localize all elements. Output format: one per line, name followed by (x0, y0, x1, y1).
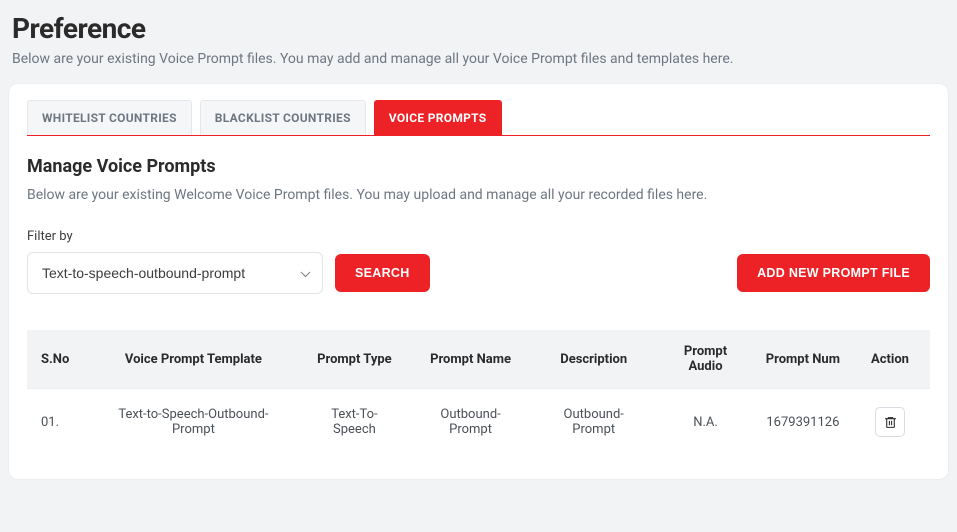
col-num: Prompt Num (756, 330, 850, 389)
add-prompt-file-button[interactable]: ADD NEW PROMPT FILE (737, 254, 930, 292)
filter-select[interactable]: Text-to-speech-outbound-prompt (27, 252, 323, 294)
trash-icon (884, 416, 897, 429)
cell-num: 1679391126 (756, 389, 850, 456)
section-title: Manage Voice Prompts (27, 156, 930, 177)
page-subtitle: Below are your existing Voice Prompt fil… (12, 51, 949, 67)
cell-audio: N.A. (655, 389, 755, 456)
tab-blacklist-countries[interactable]: BLACKLIST COUNTRIES (200, 100, 366, 135)
prompts-table: S.No Voice Prompt Template Prompt Type P… (27, 330, 930, 455)
tabs-bar: WHITELIST COUNTRIES BLACKLIST COUNTRIES … (27, 100, 930, 136)
page-title: Preference (12, 12, 949, 45)
filter-select-wrap: Text-to-speech-outbound-prompt (27, 252, 323, 294)
col-desc: Description (532, 330, 655, 389)
col-template: Voice Prompt Template (87, 330, 300, 389)
col-audio: Prompt Audio (655, 330, 755, 389)
filter-label: Filter by (27, 229, 930, 244)
cell-name: Outbound-Prompt (409, 389, 532, 456)
table-row: 01. Text-to-Speech-Outbound-Prompt Text-… (27, 389, 930, 456)
tab-whitelist-countries[interactable]: WHITELIST COUNTRIES (27, 100, 192, 135)
filter-row: Text-to-speech-outbound-prompt SEARCH AD… (27, 252, 930, 294)
preference-card: WHITELIST COUNTRIES BLACKLIST COUNTRIES … (8, 83, 949, 480)
col-name: Prompt Name (409, 330, 532, 389)
cell-template: Text-to-Speech-Outbound-Prompt (87, 389, 300, 456)
delete-button[interactable] (875, 407, 905, 437)
col-sno: S.No (27, 330, 87, 389)
cell-desc: Outbound-Prompt (532, 389, 655, 456)
cell-sno: 01. (27, 389, 87, 456)
table-header-row: S.No Voice Prompt Template Prompt Type P… (27, 330, 930, 389)
tab-voice-prompts[interactable]: VOICE PROMPTS (374, 100, 502, 135)
section-subtitle: Below are your existing Welcome Voice Pr… (27, 187, 930, 203)
cell-action (850, 389, 930, 456)
col-type: Prompt Type (300, 330, 409, 389)
search-button[interactable]: SEARCH (335, 254, 430, 292)
col-action: Action (850, 330, 930, 389)
cell-type: Text-To-Speech (300, 389, 409, 456)
